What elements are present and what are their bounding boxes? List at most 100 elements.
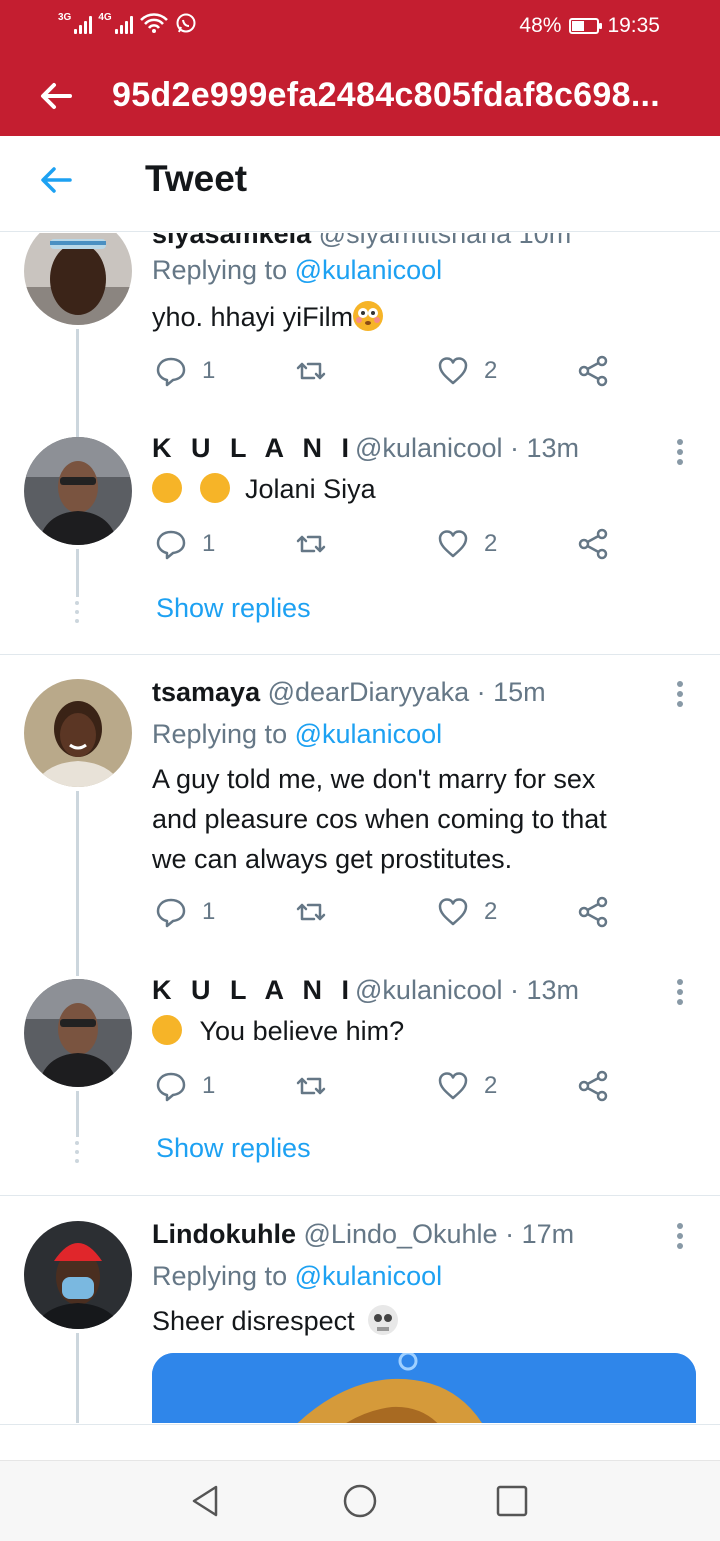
like-count: 2 [484,357,498,384]
avatar[interactable] [24,679,132,787]
more-options-icon[interactable] [676,233,684,237]
more-options-icon[interactable] [676,439,684,469]
reply-count: 1 [202,357,216,384]
tweet-text-content: Sheer disrespect [152,1306,355,1336]
back-arrow-icon[interactable] [34,158,78,202]
tweet-header: tsamaya @dearDiaryyaka · 15m [152,677,546,708]
heart-icon [438,1072,468,1100]
share-action[interactable] [576,895,610,929]
divider [0,654,720,655]
timestamp: · 13m [510,975,580,1005]
retweet-icon [296,535,326,553]
tweet[interactable]: tsamaya @dearDiaryyaka · 15m Replying to… [0,673,720,976]
network-type-label: 3G [58,12,72,23]
tweet-actions: 1 2 [154,354,624,394]
back-triangle-icon[interactable] [184,1479,228,1523]
display-name[interactable]: K U L A N I [152,433,355,463]
share-icon [578,355,608,387]
share-action[interactable] [576,354,610,388]
battery-percentage: 48% [519,14,562,37]
show-replies-link[interactable]: Show replies [156,593,311,624]
thread-line [76,549,79,597]
replying-to: Replying to @kulanicool [152,1261,442,1292]
status-right: 48% 19:35 [519,14,660,38]
tweet-text-line: and pleasure cos when coming to that [152,804,607,834]
skull-icon [368,1305,399,1335]
avatar[interactable] [24,437,132,545]
whatsapp-icon [176,13,196,33]
handle[interactable]: @kulanicool [355,433,503,463]
status-bar: 3G 4G 48% 19:35 [0,0,720,56]
like-action[interactable]: 2 [436,354,497,388]
like-count: 2 [484,1072,498,1099]
handle[interactable]: @dearDiaryyaka [268,677,470,707]
thread-line [76,791,79,976]
replies-feed[interactable]: siyasamkela @siyamtitshana 10m Replying … [0,233,720,1423]
avatar[interactable] [24,233,132,325]
mention-link[interactable]: @kulanicool [295,255,443,285]
tweet[interactable]: siyasamkela @siyamtitshana 10m Replying … [0,233,720,439]
reply-icon [156,898,186,928]
handle[interactable]: @Lindo_Okuhle [304,1219,498,1249]
reply-icon [156,357,186,387]
handle[interactable]: @kulanicool [355,975,503,1005]
mention-link[interactable]: @kulanicool [295,719,443,749]
display-name[interactable]: Lindokuhle [152,1219,296,1249]
retweet-icon [296,362,326,380]
rolling-on-floor-laughing-icon [199,473,230,503]
tweet-header: Lindokuhle @Lindo_Okuhle · 17m [152,1219,574,1250]
tweet-header: K U L A N I@kulanicool · 13m [152,975,579,1006]
retweet-action[interactable] [294,527,328,561]
display-name[interactable]: K U L A N I [152,975,355,1005]
battery-icon [569,18,603,34]
reply-action[interactable]: 1 [154,527,215,561]
thread-continuation-dots [75,601,79,628]
avatar[interactable] [24,1221,132,1329]
reply-action[interactable]: 1 [154,895,215,929]
wifi-icon [139,13,168,33]
show-replies-link[interactable]: Show replies [156,1133,311,1164]
timestamp: · 13m [510,433,580,463]
avatar[interactable] [24,979,132,1087]
display-name[interactable]: tsamaya [152,677,260,707]
tweet-text: A guy told me, we don't marry for sex an… [152,759,692,879]
heart-icon [438,898,468,926]
tweet-actions: 1 2 [154,1069,624,1109]
share-action[interactable] [576,1069,610,1103]
app-bar: 95d2e999efa2484c805fdaf8c698... [0,56,720,136]
tweet[interactable]: K U L A N I@kulanicool · 13m Jolani Siya… [0,433,720,653]
display-name[interactable]: siyasamkela [152,233,311,249]
retweet-action[interactable] [294,1069,328,1103]
share-icon [578,1070,608,1102]
tweet-actions: 1 2 [154,895,624,935]
tweet[interactable]: Lindokuhle @Lindo_Okuhle · 17m Replying … [0,1215,720,1423]
tweet-text-content: You believe him? [199,1016,405,1046]
tweet-actions: 1 2 [154,527,624,567]
more-options-icon[interactable] [676,1223,684,1253]
retweet-action[interactable] [294,354,328,388]
like-action[interactable]: 2 [436,1069,497,1103]
tweet-text-line: A guy told me, we don't marry for sex [152,764,596,794]
home-circle-icon[interactable] [338,1479,382,1523]
retweet-action[interactable] [294,895,328,929]
like-action[interactable]: 2 [436,527,497,561]
retweet-icon [296,1077,326,1095]
back-arrow-icon[interactable] [34,74,78,118]
tweet-header: siyasamkela @siyamtitshana 10m [152,233,571,250]
reply-count: 1 [202,898,216,925]
recents-square-icon[interactable] [490,1479,534,1523]
tweet-media-image[interactable] [152,1353,696,1423]
reply-count: 1 [202,1072,216,1099]
replying-to: Replying to @kulanicool [152,255,442,286]
like-action[interactable]: 2 [436,895,497,929]
share-action[interactable] [576,527,610,561]
reply-action[interactable]: 1 [154,354,215,388]
more-options-icon[interactable] [676,681,684,711]
more-options-icon[interactable] [676,979,684,1009]
reply-action[interactable]: 1 [154,1069,215,1103]
handle[interactable]: @siyamtitshana [319,233,511,249]
tweet[interactable]: K U L A N I@kulanicool · 13m You believe… [0,973,720,1193]
tweet-text: You believe him? [152,1011,692,1051]
heart-icon [438,530,468,558]
mention-link[interactable]: @kulanicool [295,1261,443,1291]
